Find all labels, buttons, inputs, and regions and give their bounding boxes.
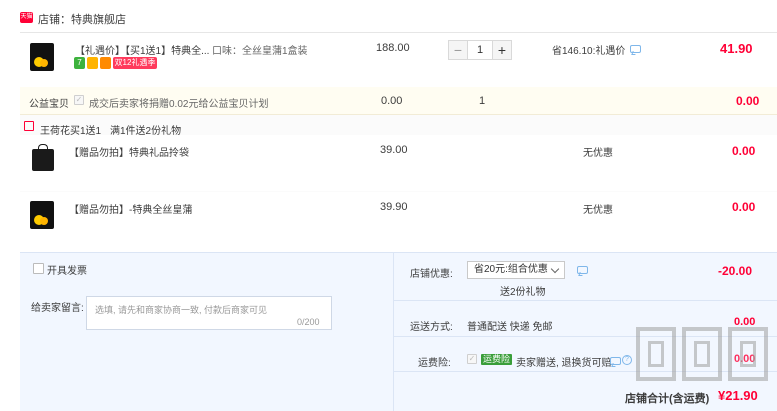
gift-bag-thumbnail[interactable] — [32, 144, 54, 171]
invoice-checkbox[interactable] — [33, 263, 44, 274]
insurance-checkbox[interactable]: ✓ — [467, 354, 477, 364]
charity-quantity: 1 — [479, 95, 486, 107]
shop-discount-total: -20.00 — [718, 264, 753, 278]
chat-icon[interactable] — [630, 45, 641, 53]
panel-divider — [393, 253, 394, 411]
gift-price: 39.00 — [380, 144, 408, 156]
promo-tag-double12: 双12礼遇季 — [113, 57, 157, 69]
row-divider — [393, 300, 777, 301]
gift-row: 【赠品勿拍】-特典全丝皇蒲 39.90 无优惠 0.00 — [20, 192, 777, 252]
qty-input[interactable]: 1 — [468, 40, 492, 60]
note-label: 给卖家留言: — [31, 303, 84, 314]
cart-item-main: 【礼遇价】【买1送1】特典全... 口味：全丝皇蒲1盒装 7 双12礼遇季 18… — [20, 32, 777, 87]
shop-sum-value: ¥21.90 — [718, 388, 758, 403]
insurance-tag: 运费险 — [481, 354, 513, 365]
charity-total: 0.00 — [736, 94, 760, 108]
product-thumbnail[interactable] — [30, 43, 54, 71]
qty-decrease-button[interactable]: − — [448, 40, 468, 60]
shop-discount-value: 省20元:组合优惠 — [474, 264, 548, 275]
shop-discount-sub: 送2份礼物 — [500, 287, 546, 298]
note-counter: 0/200 — [297, 317, 320, 327]
gift-title[interactable]: 【赠品勿拍】特典礼品拎袋 — [69, 144, 189, 159]
shop-sum-label: 店铺合计(含运费) — [625, 393, 710, 405]
charity-price: 0.00 — [381, 95, 403, 107]
invoice-label[interactable]: 开具发票 — [47, 262, 87, 277]
note-placeholder: 选填, 请先和商家协商一致, 付款后商家可见 — [95, 305, 268, 315]
item-saving: 省146.10:礼遇价 — [552, 46, 626, 57]
shipping-label: 运送方式: — [410, 322, 453, 333]
shop-discount-label: 店铺优惠: — [410, 269, 453, 280]
charity-text: 成交后卖家将捐赠0.02元给公益宝贝计划 — [89, 99, 269, 110]
insurance-label: 运费险: — [418, 358, 451, 369]
item-title-link[interactable]: 【礼遇价】【买1送1】特典全... — [75, 42, 209, 57]
gift-total: 0.00 — [732, 144, 756, 158]
chat-icon[interactable] — [577, 266, 588, 274]
watermark-logo — [636, 327, 771, 383]
item-total: 41.90 — [720, 41, 753, 56]
chevron-down-icon — [550, 264, 560, 274]
shop-name-link[interactable]: 店铺：特典旗舰店 — [38, 11, 126, 27]
watermark-glyph — [636, 327, 676, 381]
charity-checkbox[interactable]: ✓ — [74, 95, 84, 105]
product-image-yolk-2 — [40, 59, 48, 67]
promo-tag-card-icon — [100, 57, 111, 69]
promo-tag-coupon-icon — [87, 57, 98, 69]
charity-row: 公益宝贝 ✓ 成交后卖家将捐赠0.02元给公益宝贝计划 0.00 1 0.00 — [20, 87, 777, 115]
gift-title[interactable]: 【赠品勿拍】-特典全丝皇蒲 — [69, 201, 192, 216]
item-unit-price: 188.00 — [376, 42, 410, 54]
gift-discount: 无优惠 — [583, 148, 613, 159]
tmall-badge-icon: 天猫 — [20, 12, 33, 23]
gift-discount: 无优惠 — [583, 205, 613, 216]
gift-total: 0.00 — [732, 200, 756, 214]
product-image-yolk-2 — [40, 217, 48, 225]
gift-section: 王荷花买1送1 满1件送2份礼物 【赠品勿拍】特典礼品拎袋 39.00 无优惠 … — [20, 115, 777, 252]
watermark-glyph — [728, 327, 768, 381]
gift-row: 【赠品勿拍】特典礼品拎袋 39.00 无优惠 0.00 — [20, 135, 777, 191]
help-icon[interactable]: ? — [622, 355, 632, 365]
charity-label: 公益宝贝 — [29, 99, 69, 110]
item-spec: 口味：全丝皇蒲1盒装 — [212, 46, 308, 57]
gift-icon — [24, 121, 34, 131]
shop-discount-select[interactable]: 省20元:组合优惠 — [467, 261, 565, 279]
gift-product-thumbnail[interactable] — [30, 201, 54, 229]
shop-header: 天猫 店铺：特典旗舰店 — [0, 0, 777, 32]
chat-icon[interactable] — [610, 357, 621, 365]
gift-price: 39.90 — [380, 201, 408, 213]
promo-tag-7: 7 — [74, 57, 85, 69]
insurance-text: 卖家赠送, 退换货可赔 — [516, 358, 612, 369]
shipping-value: 普通配送 快递 免邮 — [467, 322, 553, 333]
watermark-glyph — [682, 327, 722, 381]
qty-increase-button[interactable]: + — [492, 40, 512, 60]
seller-note-textarea[interactable]: 选填, 请先和商家协商一致, 付款后商家可见 — [86, 296, 332, 330]
